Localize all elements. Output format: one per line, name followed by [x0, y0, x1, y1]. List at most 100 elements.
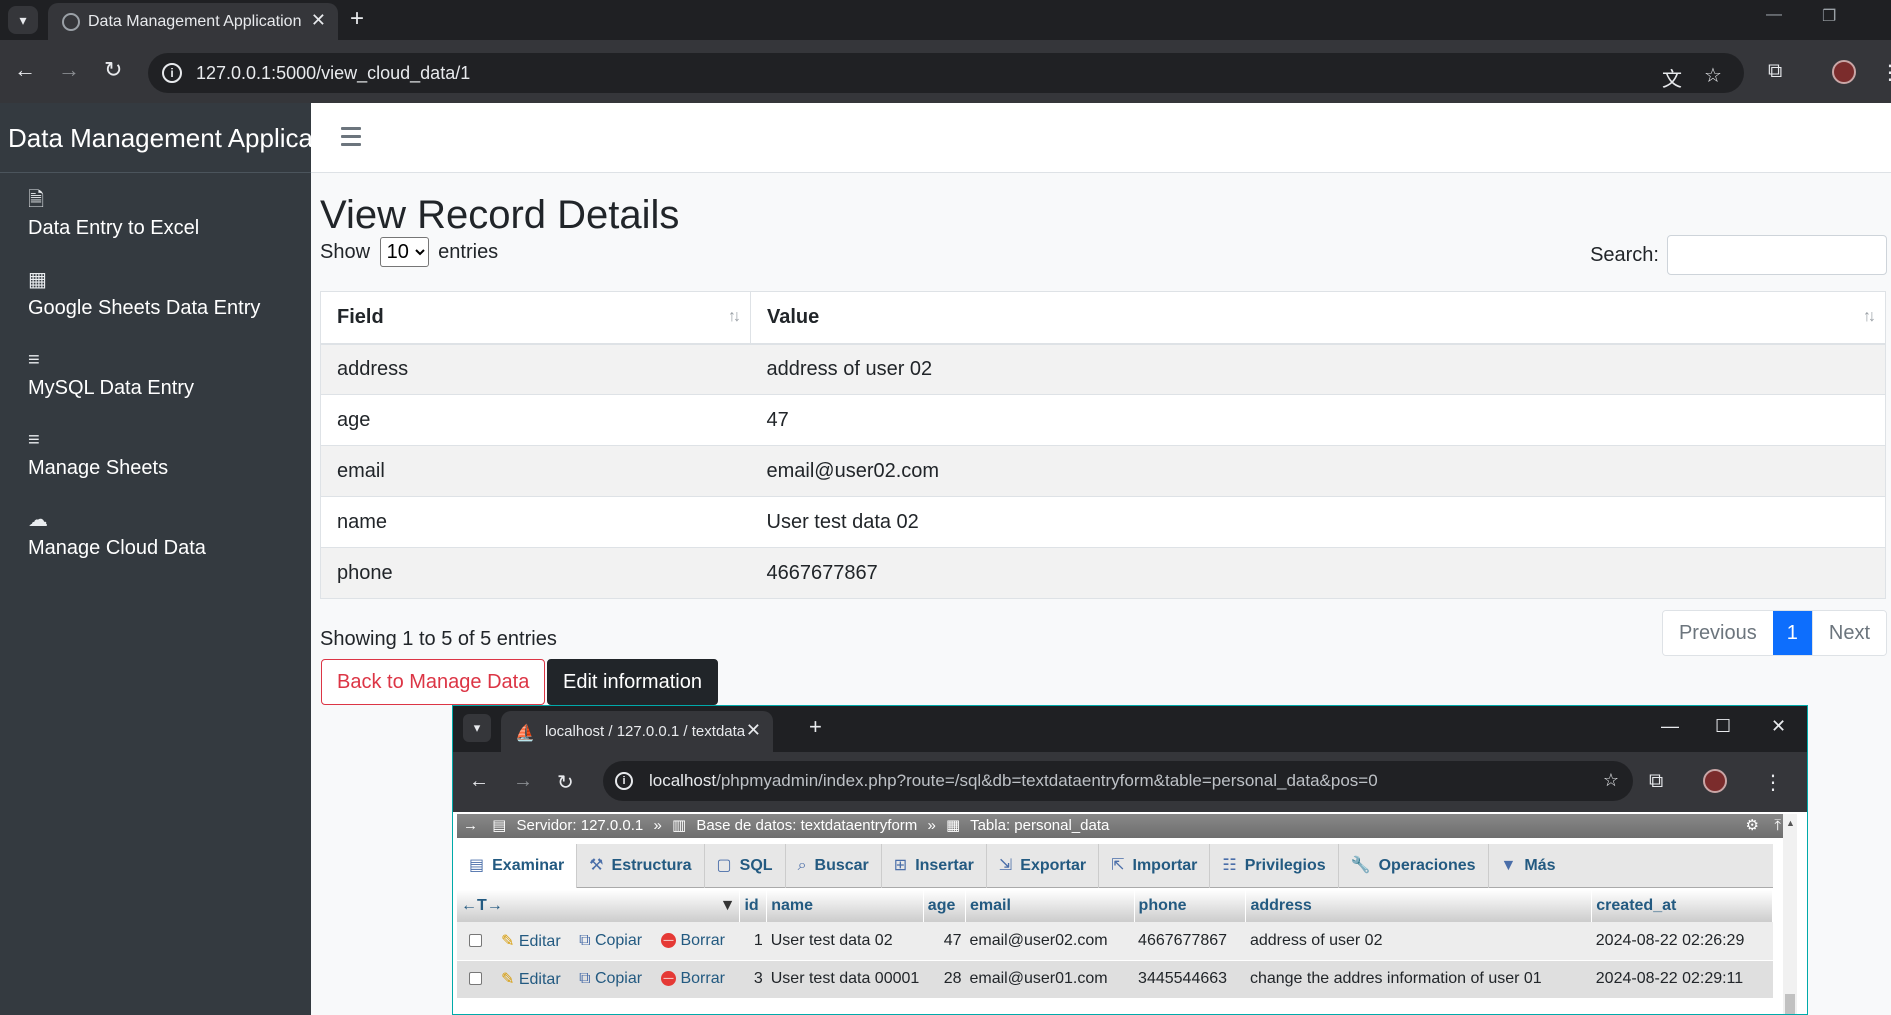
menu-icon[interactable]: ⋮: [1763, 770, 1783, 795]
edit-row-link[interactable]: ✎ Editar: [497, 922, 576, 961]
minimize-button[interactable]: —: [1766, 6, 1782, 24]
scrollbar-thumb[interactable]: [1785, 994, 1795, 1014]
options-dropdown-icon[interactable]: ▼: [720, 897, 736, 915]
page-length-select[interactable]: 10: [379, 237, 429, 267]
minimize-button[interactable]: —: [1661, 716, 1679, 737]
site-info-icon[interactable]: i: [615, 772, 633, 790]
edit-information-button[interactable]: Edit information: [547, 659, 718, 705]
forward-button[interactable]: →: [58, 58, 80, 82]
menu-icon[interactable]: ⋮: [1880, 60, 1891, 85]
tab-estructura[interactable]: ⚒ Estructura: [577, 844, 705, 888]
copy-row-link[interactable]: ⧉ Copiar: [575, 960, 658, 999]
extensions-icon[interactable]: ⧉: [1649, 770, 1663, 793]
edit-row-link[interactable]: ✎ Editar: [497, 960, 576, 999]
cell-address[interactable]: change the addres information of user 01: [1245, 960, 1592, 999]
bookmark-star-icon[interactable]: ☆: [1603, 770, 1619, 791]
site-info-icon[interactable]: i: [162, 63, 182, 83]
settings-gear-icon[interactable]: ⚙: [1746, 814, 1759, 838]
collapse-up-icon[interactable]: ⤒: [1774, 814, 1781, 838]
tab-privilegios[interactable]: ☷ Privilegios: [1210, 844, 1339, 888]
column-resize-control[interactable]: ←T→ ▼: [457, 890, 741, 922]
cell-email[interactable]: email@user02.com: [965, 922, 1135, 961]
sidebar-item-google-sheets[interactable]: ▦ Google Sheets Data Entry: [28, 265, 260, 320]
breadcrumb-table[interactable]: Tabla: personal_data: [970, 817, 1109, 834]
pagination-next[interactable]: Next: [1811, 611, 1886, 655]
cell-address[interactable]: address of user 02: [1245, 922, 1592, 961]
browser-tab[interactable]: Data Management Application ✕: [48, 3, 338, 40]
cell-name[interactable]: User test data 02: [766, 922, 924, 961]
address-bar[interactable]: i localhost/phpmyadmin/index.php?route=/…: [603, 761, 1633, 801]
column-header-name[interactable]: name: [766, 890, 924, 922]
cell-name[interactable]: User test data 00001: [766, 960, 924, 999]
column-header-id[interactable]: id: [739, 890, 768, 922]
tab-insertar[interactable]: ⊞ Insertar: [882, 844, 987, 888]
reload-button[interactable]: ↻: [104, 58, 122, 82]
tab-importar[interactable]: ⇱ Importar: [1099, 844, 1211, 888]
profile-avatar[interactable]: [1832, 60, 1856, 84]
sidebar-item-manage-sheets[interactable]: ≡ Manage Sheets: [28, 425, 168, 480]
new-tab-button[interactable]: +: [350, 5, 364, 33]
collapse-arrow-icon[interactable]: →: [463, 817, 478, 834]
tab-operaciones[interactable]: 🔧 Operaciones: [1339, 844, 1489, 888]
column-header-field[interactable]: Field ↑↓: [320, 291, 751, 345]
phpmyadmin-tab-bar: ▾ ⛵ localhost / 127.0.0.1 / textdatae ✕ …: [453, 706, 1807, 752]
column-arrows-icon[interactable]: ←T→: [461, 897, 503, 914]
tab-search-button[interactable]: ▾: [463, 714, 491, 742]
sidebar-item-manage-cloud[interactable]: ☁ Manage Cloud Data: [28, 505, 206, 560]
column-header-created-at[interactable]: created_at: [1591, 890, 1773, 922]
column-header-value[interactable]: Value ↑↓: [750, 291, 1886, 345]
sidebar-item-data-entry-excel[interactable]: 🗎 Data Entry to Excel: [28, 185, 199, 240]
phpmyadmin-tab[interactable]: ⛵ localhost / 127.0.0.1 / textdatae ✕: [501, 711, 773, 752]
cell-email[interactable]: email@user01.com: [965, 960, 1135, 999]
close-window-button[interactable]: ✕: [1771, 716, 1786, 737]
hamburger-menu-icon[interactable]: [341, 127, 361, 151]
scrollbar[interactable]: ▲: [1783, 814, 1797, 1014]
sidebar-item-mysql[interactable]: ≡ MySQL Data Entry: [28, 345, 194, 400]
bookmark-star-icon[interactable]: ☆: [1704, 63, 1722, 88]
cell-age[interactable]: 47: [923, 922, 966, 961]
delete-row-link[interactable]: — Borrar: [657, 922, 740, 961]
row-checkbox[interactable]: [469, 934, 482, 948]
close-tab-icon[interactable]: ✕: [311, 10, 326, 31]
translate-icon[interactable]: 文: [1662, 63, 1682, 92]
breadcrumb-database[interactable]: Base de datos: textdataentryform: [696, 817, 917, 834]
back-button[interactable]: ←: [469, 770, 489, 793]
tab-examinar[interactable]: ▤ Examinar: [457, 844, 578, 888]
pagination-page-1[interactable]: 1: [1772, 611, 1812, 655]
restore-button[interactable]: ❐: [1822, 6, 1836, 26]
address-bar[interactable]: i 127.0.0.1:5000/view_cloud_data/1 文 ☆: [148, 53, 1744, 93]
cell-phone[interactable]: 4667677867: [1134, 922, 1246, 961]
cell-id[interactable]: 3: [739, 960, 767, 999]
profile-avatar[interactable]: [1703, 769, 1727, 793]
tab-sql[interactable]: ▢ SQL: [705, 844, 786, 888]
tab-search-button[interactable]: ▾: [8, 6, 38, 34]
cell-age[interactable]: 28: [923, 960, 966, 999]
column-header-phone[interactable]: phone: [1134, 890, 1247, 922]
back-button[interactable]: ←: [14, 58, 36, 82]
tab-exportar[interactable]: ⇲ Exportar: [987, 844, 1100, 888]
tab-mas[interactable]: ▼ Más: [1489, 844, 1568, 888]
extensions-icon[interactable]: ⧉: [1768, 60, 1782, 83]
import-icon: ⇱: [1111, 857, 1125, 874]
maximize-button[interactable]: ☐: [1715, 716, 1731, 737]
column-header-address[interactable]: address: [1245, 890, 1593, 922]
column-header-age[interactable]: age: [923, 890, 967, 922]
row-checkbox[interactable]: [469, 972, 482, 986]
back-to-manage-data-button[interactable]: Back to Manage Data: [321, 659, 546, 705]
tab-buscar[interactable]: ⌕ Buscar: [786, 844, 882, 888]
cell-created-at[interactable]: 2024-08-22 02:29:11: [1591, 960, 1773, 999]
breadcrumb-server[interactable]: Servidor: 127.0.0.1: [517, 817, 644, 834]
cell-created-at[interactable]: 2024-08-22 02:26:29: [1591, 922, 1773, 961]
cell-id[interactable]: 1: [739, 922, 767, 961]
forward-button[interactable]: →: [513, 770, 533, 793]
delete-row-link[interactable]: — Borrar: [657, 960, 740, 999]
cell-phone[interactable]: 3445544663: [1134, 960, 1246, 999]
pagination-previous[interactable]: Previous: [1662, 611, 1773, 655]
reload-button[interactable]: ↻: [557, 770, 574, 795]
search-input[interactable]: [1667, 235, 1887, 275]
new-tab-button[interactable]: +: [809, 714, 822, 740]
column-header-email[interactable]: email: [965, 890, 1135, 922]
copy-row-link[interactable]: ⧉ Copiar: [575, 922, 658, 961]
close-tab-icon[interactable]: ✕: [746, 720, 761, 741]
brand-title[interactable]: Data Management Applica..: [0, 103, 311, 173]
